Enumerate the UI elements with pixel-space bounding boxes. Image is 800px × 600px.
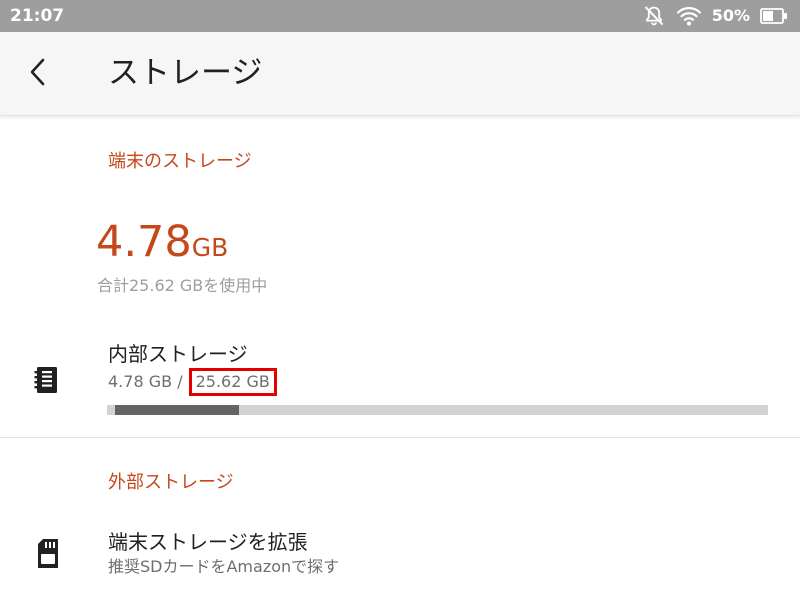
internal-storage-usage: 4.78 GB / 25.62 GB xyxy=(108,368,277,396)
used-storage-value: 4.78 xyxy=(96,217,192,267)
used-storage-unit: GB xyxy=(191,233,229,262)
internal-storage-total: 25.62 GB xyxy=(188,368,277,396)
internal-storage-title: 内部ストレージ xyxy=(108,342,248,366)
used-storage-summary: 4.78GB xyxy=(96,214,228,270)
wifi-icon xyxy=(676,5,702,27)
expand-storage-subtitle: 推奨SDカードをAmazonで探す xyxy=(108,557,340,576)
battery-icon xyxy=(760,8,788,24)
chevron-left-icon xyxy=(26,57,50,91)
storage-usage-bar xyxy=(107,405,768,415)
internal-storage-row[interactable]: 内部ストレージ 4.78 GB / 25.62 GB xyxy=(0,330,800,430)
expand-storage-title: 端末ストレージを拡張 xyxy=(108,530,308,554)
app-bar: ストレージ xyxy=(0,32,800,116)
status-icons: 50% xyxy=(642,4,788,28)
notifications-off-icon xyxy=(642,4,666,28)
usage-separator: / xyxy=(177,372,183,391)
total-usage-text: 合計25.62 GBを使用中 xyxy=(97,276,268,295)
section-divider xyxy=(0,437,800,438)
storage-usage-bar-fill xyxy=(115,405,239,415)
device-storage-header: 端末のストレージ xyxy=(108,151,252,172)
external-storage-header: 外部ストレージ xyxy=(108,472,234,493)
status-time: 21:07 xyxy=(10,6,65,26)
status-bar: 21:07 50% xyxy=(0,0,800,32)
storage-icon xyxy=(33,365,61,399)
back-button[interactable] xyxy=(14,48,62,100)
expand-storage-row[interactable]: 端末ストレージを拡張 推奨SDカードをAmazonで探す xyxy=(0,515,800,595)
page-title: ストレージ xyxy=(108,55,263,91)
sd-card-icon xyxy=(36,538,60,574)
internal-storage-used: 4.78 GB xyxy=(108,372,173,391)
battery-percent: 50% xyxy=(711,6,750,25)
